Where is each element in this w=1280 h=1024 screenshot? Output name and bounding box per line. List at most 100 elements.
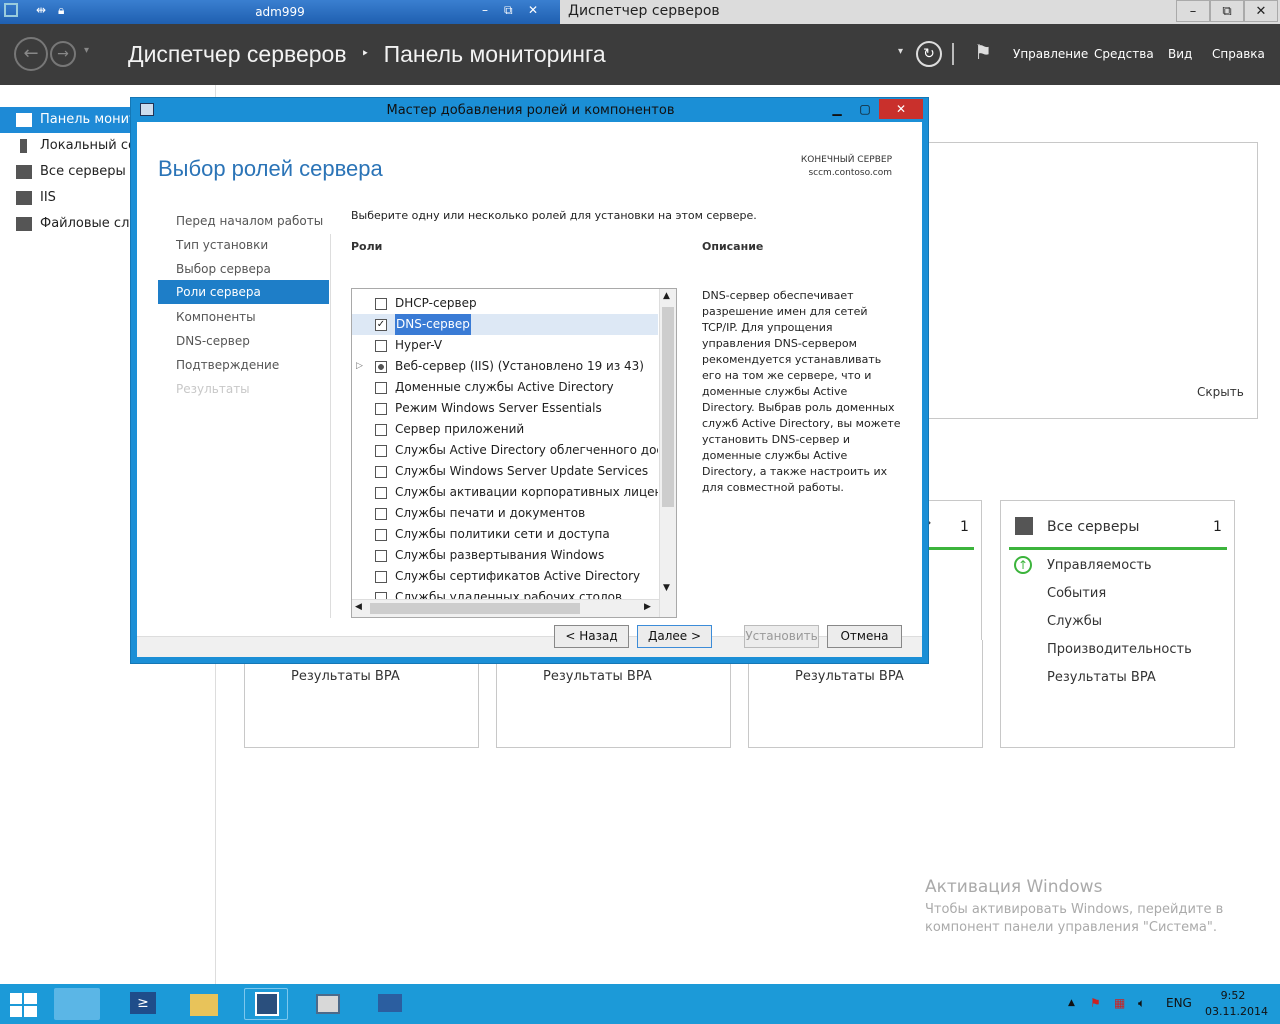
step-confirmation[interactable]: Подтверждение	[176, 358, 279, 372]
rdp-restore-button[interactable]: ⧉	[504, 3, 513, 18]
minimize-button[interactable]: –	[1176, 0, 1210, 22]
cancel-button[interactable]: Отмена	[827, 625, 902, 648]
role-checkbox[interactable]	[375, 382, 387, 394]
role-checkbox[interactable]	[375, 445, 387, 457]
role-checkbox[interactable]	[375, 508, 387, 520]
rdp-minimize-button[interactable]: –	[482, 3, 488, 17]
dialog-maximize-button[interactable]: ▢	[851, 99, 879, 119]
role-checkbox[interactable]	[375, 361, 387, 373]
dialog-minimize-button[interactable]: ▁	[823, 99, 851, 119]
server-manager-icon[interactable]	[54, 988, 100, 1020]
next-button[interactable]: Далее >	[637, 625, 712, 648]
role-row[interactable]: Службы политики сети и доступа	[352, 524, 658, 545]
tile-item-events[interactable]: События	[1047, 586, 1106, 601]
expand-arrow-icon[interactable]: ▷	[356, 356, 363, 377]
servers-icon	[1015, 517, 1033, 535]
role-row[interactable]: Службы развертывания Windows	[352, 545, 658, 566]
role-row[interactable]: Службы печати и документов	[352, 503, 658, 524]
role-checkbox[interactable]	[375, 571, 387, 583]
notifications-flag-icon[interactable]: ⚑	[974, 40, 992, 64]
role-label: Веб-сервер (IIS) (Установлено 19 из 43)	[395, 359, 644, 373]
scroll-up-icon[interactable]: ▲	[663, 291, 670, 301]
menu-tools[interactable]: Средства	[1094, 47, 1154, 61]
role-checkbox[interactable]	[375, 550, 387, 562]
server-icon	[20, 139, 27, 153]
tile-item-bpa[interactable]: Результаты BPA	[795, 669, 904, 684]
role-checkbox[interactable]	[375, 529, 387, 541]
role-row[interactable]: ▷ Веб-сервер (IIS) (Установлено 19 из 43)	[352, 356, 658, 377]
step-dns-server[interactable]: DNS-сервер	[176, 334, 250, 348]
back-button[interactable]: < Назад	[554, 625, 629, 648]
menu-view[interactable]: Вид	[1168, 47, 1192, 61]
hide-link[interactable]: Скрыть	[1197, 385, 1244, 399]
close-button[interactable]: ✕	[1244, 0, 1278, 22]
roles-vertical-scrollbar[interactable]: ▲ ▼	[659, 289, 676, 617]
sidebar-item-label: Все серверы	[40, 164, 126, 179]
back-arrow-icon[interactable]: ←	[14, 37, 48, 71]
tile-item-manageability[interactable]: Управляемость	[1047, 558, 1152, 573]
role-row[interactable]: Службы сертификатов Active Directory	[352, 566, 658, 587]
explorer-icon[interactable]	[182, 988, 226, 1020]
roles-horizontal-scrollbar[interactable]: ◀ ▶	[352, 599, 659, 617]
role-checkbox[interactable]	[375, 466, 387, 478]
rdp-icon[interactable]	[244, 988, 288, 1020]
step-features[interactable]: Компоненты	[176, 310, 256, 324]
roles-list[interactable]: DHCP-сервер ✓ DNS-сервер Hyper-V ▷ Веб-сервер…	[351, 288, 677, 618]
scroll-left-icon[interactable]: ◀	[355, 602, 362, 612]
menu-manage[interactable]: Управление	[1013, 47, 1088, 61]
role-checkbox[interactable]: ✓	[375, 319, 387, 331]
computer-icon[interactable]	[306, 988, 350, 1020]
rdp-close-button[interactable]: ✕	[528, 3, 538, 17]
role-checkbox[interactable]	[375, 487, 387, 499]
step-installation-type[interactable]: Тип установки	[176, 238, 268, 252]
dialog-close-button[interactable]: ✕	[879, 99, 923, 119]
role-checkbox[interactable]	[375, 340, 387, 352]
role-row[interactable]: Hyper-V	[352, 335, 658, 356]
volume-icon[interactable]: 🔈︎	[1138, 996, 1145, 1011]
history-dropdown-icon[interactable]: ▾	[84, 45, 89, 56]
start-icon[interactable]	[10, 993, 38, 1017]
activation-title: Активация Windows	[925, 877, 1103, 897]
role-row[interactable]: Сервер приложений	[352, 419, 658, 440]
clock[interactable]: 9:52 03.11.2014	[1205, 988, 1268, 1020]
forward-arrow-icon[interactable]: →	[50, 41, 76, 67]
role-row[interactable]: Службы активации корпоративных лицензий	[352, 482, 658, 503]
refresh-icon[interactable]: ↻	[916, 41, 942, 67]
powershell-icon[interactable]: ≥	[120, 988, 164, 1020]
network-icon[interactable]	[368, 988, 412, 1020]
tray-expand-icon[interactable]: ▲	[1068, 998, 1075, 1008]
role-row[interactable]: Службы Windows Server Update Services	[352, 461, 658, 482]
tile-item-bpa[interactable]: Результаты BPA	[1047, 670, 1156, 685]
header-divider	[952, 43, 954, 65]
clock-time: 9:52	[1220, 989, 1246, 1002]
menu-help[interactable]: Справка	[1212, 47, 1265, 61]
role-checkbox[interactable]	[375, 424, 387, 436]
tile-item-bpa[interactable]: Результаты BPA	[291, 669, 400, 684]
step-results: Результаты	[176, 382, 250, 396]
role-row[interactable]: DHCP-сервер	[352, 293, 658, 314]
role-checkbox[interactable]	[375, 298, 387, 310]
step-server-selection[interactable]: Выбор сервера	[176, 262, 271, 276]
scroll-right-icon[interactable]: ▶	[644, 602, 651, 612]
breadcrumb-root[interactable]: Диспетчер серверов	[128, 41, 347, 68]
step-before-you-begin[interactable]: Перед началом работы	[176, 214, 323, 228]
role-label: Службы Active Directory облегченного дос…	[395, 443, 658, 457]
network-status-icon[interactable]: ▦	[1114, 996, 1125, 1010]
scroll-down-icon[interactable]: ▼	[663, 583, 670, 593]
all-servers-tile[interactable]: Все серверы 1 ↑ Управляемость События Сл…	[1000, 500, 1235, 748]
role-row[interactable]: Доменные службы Active Directory	[352, 377, 658, 398]
role-checkbox[interactable]	[375, 403, 387, 415]
input-language[interactable]: ENG	[1166, 996, 1192, 1010]
maximize-button[interactable]: ⧉	[1210, 0, 1244, 22]
refresh-dropdown-icon[interactable]: ▾	[898, 46, 903, 57]
role-row[interactable]: ✓ DNS-сервер	[352, 314, 658, 335]
hscroll-thumb[interactable]	[370, 603, 580, 614]
step-server-roles[interactable]: Роли сервера	[158, 280, 329, 304]
role-row[interactable]: Режим Windows Server Essentials	[352, 398, 658, 419]
tile-item-performance[interactable]: Производительность	[1047, 642, 1192, 657]
role-row[interactable]: Службы Active Directory облегченного дос…	[352, 440, 658, 461]
action-center-flag-icon[interactable]: ⚑	[1090, 996, 1101, 1010]
tile-item-bpa[interactable]: Результаты BPA	[543, 669, 652, 684]
tile-item-services[interactable]: Службы	[1047, 614, 1102, 629]
scroll-thumb[interactable]	[662, 307, 674, 507]
